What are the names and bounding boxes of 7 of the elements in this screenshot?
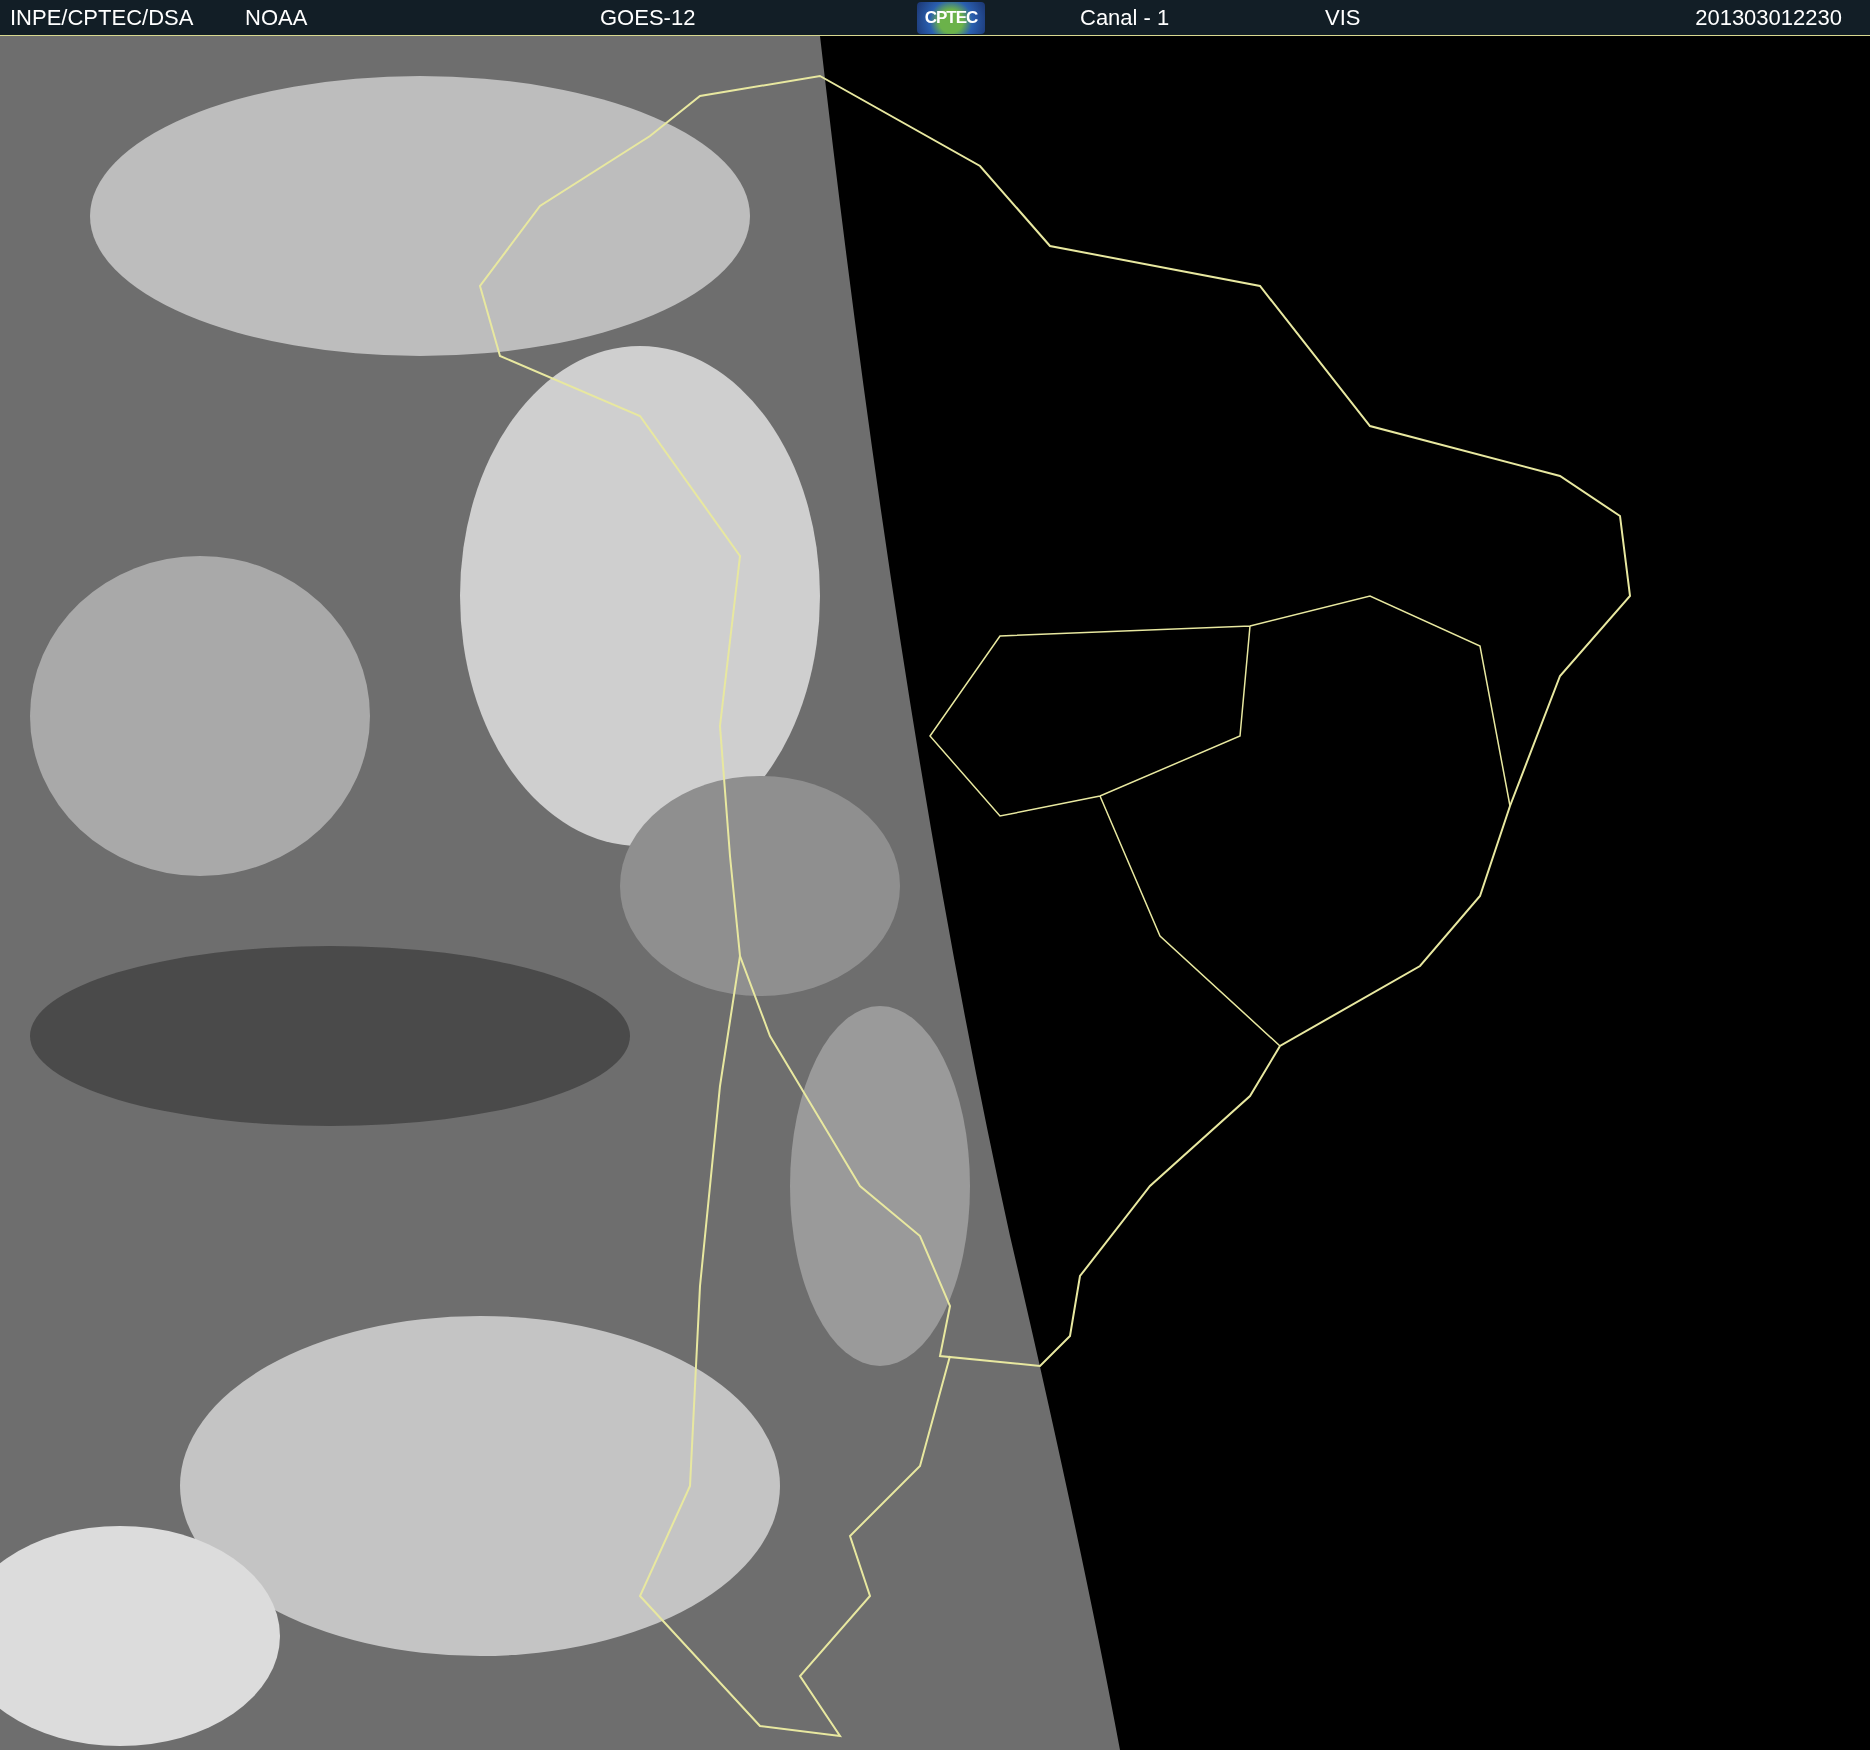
band-label: VIS [1325,4,1362,31]
logo: CPTEC [917,1,985,34]
source-label: INPE/CPTEC/DSA [10,4,195,31]
agency-label: NOAA [245,4,309,31]
satellite-label: GOES-12 [600,4,697,31]
channel-label: Canal - 1 [1080,4,1171,31]
timestamp-label: 201303012230 [1695,4,1842,31]
